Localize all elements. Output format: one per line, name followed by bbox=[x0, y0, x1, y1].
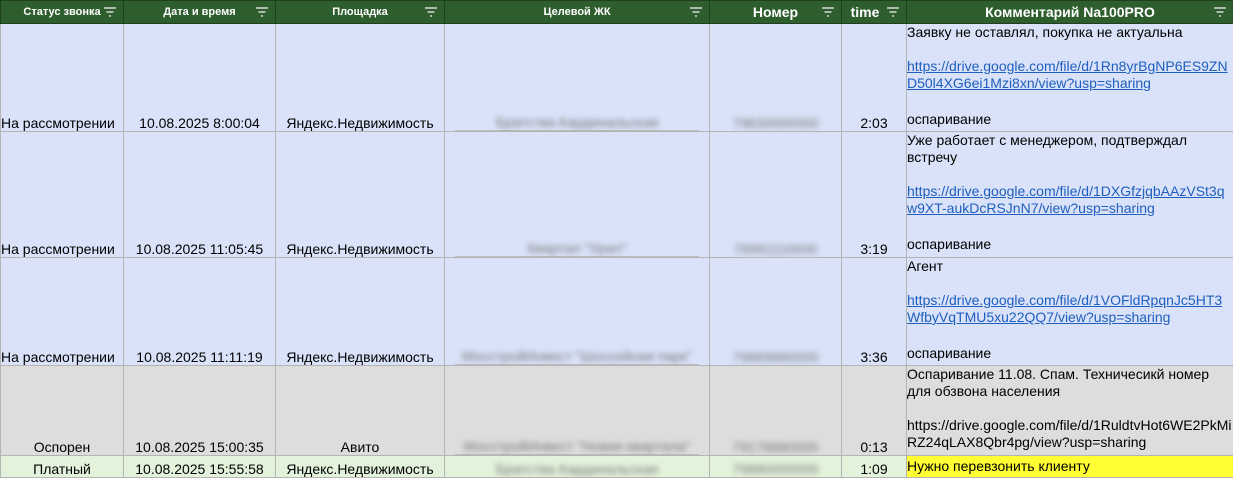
comment-link[interactable]: https://drive.google.com/file/d/1VOFldRp… bbox=[908, 292, 1223, 325]
comment-text: Агент bbox=[907, 258, 944, 275]
filter-icon[interactable] bbox=[886, 6, 900, 18]
table-row: На рассмотрении 10.08.2025 8:00:04 Яндек… bbox=[0, 23, 1233, 132]
column-header-label: Дата и время bbox=[163, 6, 236, 18]
comment-link[interactable]: https://drive.google.com/file/d/1Rn8yrBg… bbox=[908, 58, 1228, 91]
blurred-number: 79991110000 bbox=[733, 241, 818, 257]
comment-text: Нужно перевзонить клиенту bbox=[907, 458, 1090, 474]
blurred-complex: Квартал "Урал" bbox=[527, 240, 627, 256]
column-header-comment[interactable]: Комментарий Na100PRO bbox=[906, 0, 1233, 24]
cell-number[interactable]: 79991110000 bbox=[709, 131, 842, 258]
cell-platform[interactable]: Яндекс.Недвижимость bbox=[275, 257, 445, 366]
cell-time[interactable]: 0:13 bbox=[841, 365, 907, 456]
comment-link[interactable]: https://drive.google.com/file/d/1DXGfzjq… bbox=[908, 183, 1225, 216]
cell-datetime[interactable]: 10.08.2025 11:11:19 bbox=[123, 257, 276, 366]
column-header-label: Комментарий Na100PRO bbox=[985, 4, 1155, 20]
comment-text: Уже работает с менеджером, подтверждал в… bbox=[907, 132, 1188, 166]
cell-comment[interactable]: Нужно перевзонить клиенту bbox=[906, 455, 1233, 478]
cell-status[interactable]: На рассмотрении bbox=[0, 23, 124, 132]
table-row: Платный 10.08.2025 15:55:58 Яндекс.Недви… bbox=[0, 455, 1233, 478]
comment-note: оспаривание bbox=[907, 111, 992, 127]
cell-platform[interactable]: Яндекс.Недвижимость bbox=[275, 455, 445, 478]
filter-icon[interactable] bbox=[103, 6, 117, 18]
cell-status[interactable]: На рассмотрении bbox=[0, 257, 124, 366]
cell-time[interactable]: 3:36 bbox=[841, 257, 907, 366]
cell-number[interactable]: 79889880000 bbox=[709, 257, 842, 366]
comment-note: оспаривание bbox=[907, 236, 992, 252]
blurred-number: 79630000000 bbox=[732, 115, 819, 131]
blurred-number: 79178880000 bbox=[732, 439, 819, 455]
blurred-number: 79880000000 bbox=[732, 461, 819, 477]
cell-platform[interactable]: Яндекс.Недвижимость bbox=[275, 23, 445, 132]
cell-number[interactable]: 79178880000 bbox=[709, 365, 842, 456]
table-row: Оспорен 10.08.2025 15:00:35 Авито Мосстр… bbox=[0, 365, 1233, 456]
cell-comment[interactable]: Заявку не оставлял, покупка не актуальна… bbox=[906, 23, 1233, 132]
column-header-label: Номер bbox=[752, 4, 799, 20]
cell-datetime[interactable]: 10.08.2025 8:00:04 bbox=[123, 23, 276, 132]
cell-comment[interactable]: Уже работает с менеджером, подтверждал в… bbox=[906, 131, 1233, 258]
cell-datetime[interactable]: 10.08.2025 11:05:45 bbox=[123, 131, 276, 258]
column-header-status[interactable]: Статус звонка bbox=[0, 0, 124, 24]
cell-number[interactable]: 79880000000 bbox=[709, 455, 842, 478]
column-header-complex[interactable]: Целевой ЖК bbox=[444, 0, 710, 24]
column-header-datetime[interactable]: Дата и время bbox=[123, 0, 276, 24]
cell-complex[interactable]: МосстройИнвест "Новая квартала" bbox=[444, 365, 710, 456]
comment-note: оспаривание bbox=[907, 345, 992, 361]
cell-platform[interactable]: Авито bbox=[275, 365, 445, 456]
column-header-label: Статус звонка bbox=[23, 6, 101, 18]
comment-text: Оспаривание 11.08. Спам. Техничесикй ном… bbox=[907, 366, 1210, 400]
column-header-platform[interactable]: Площадка bbox=[275, 0, 445, 24]
column-header-label: Площадка bbox=[332, 6, 388, 18]
cell-complex[interactable]: Квартал "Урал" bbox=[444, 131, 710, 258]
column-header-number[interactable]: Номер bbox=[709, 0, 842, 24]
cell-complex[interactable]: МосстройИнвест "Шоссейная парк" bbox=[444, 257, 710, 366]
cell-platform[interactable]: Яндекс.Недвижимость bbox=[275, 131, 445, 258]
column-header-label: time bbox=[850, 4, 880, 20]
table-row: На рассмотрении 10.08.2025 11:11:19 Янде… bbox=[0, 257, 1233, 366]
filter-icon[interactable] bbox=[255, 6, 269, 18]
cell-status[interactable]: Оспорен bbox=[0, 365, 124, 456]
blurred-complex: Братства Кардинальская bbox=[495, 461, 659, 477]
cell-number[interactable]: 79630000000 bbox=[709, 23, 842, 132]
cell-datetime[interactable]: 10.08.2025 15:00:35 bbox=[123, 365, 276, 456]
cell-status[interactable]: На рассмотрении bbox=[0, 131, 124, 258]
cell-complex[interactable]: Братства Кардинальская bbox=[444, 455, 710, 478]
header-row: Статус звонка Дата и время Площадка Целе… bbox=[0, 0, 1233, 24]
cell-time[interactable]: 3:19 bbox=[841, 131, 907, 258]
cell-time[interactable]: 2:03 bbox=[841, 23, 907, 132]
comment-link[interactable]: https://drive.google.com/file/d/1RuldtvH… bbox=[908, 417, 1232, 450]
calls-table: Статус звонка Дата и время Площадка Целе… bbox=[0, 0, 1233, 478]
column-header-label: Целевой ЖК bbox=[543, 6, 611, 18]
cell-time[interactable]: 1:09 bbox=[841, 455, 907, 478]
cell-datetime[interactable]: 10.08.2025 15:55:58 bbox=[123, 455, 276, 478]
filter-icon[interactable] bbox=[821, 6, 835, 18]
filter-icon[interactable] bbox=[424, 6, 438, 18]
blurred-complex: МосстройИнвест "Шоссейная парк" bbox=[461, 348, 692, 364]
filter-icon[interactable] bbox=[689, 6, 703, 18]
column-header-time[interactable]: time bbox=[841, 0, 907, 24]
comment-text: Заявку не оставлял, покупка не актуальна bbox=[907, 24, 1183, 41]
filter-icon[interactable] bbox=[1213, 6, 1227, 18]
cell-complex[interactable]: Братства Кардинальская bbox=[444, 23, 710, 132]
blurred-complex: МосстройИнвест "Новая квартала" bbox=[463, 438, 691, 454]
cell-status[interactable]: Платный bbox=[0, 455, 124, 478]
cell-comment[interactable]: Агент https://drive.google.com/file/d/1V… bbox=[906, 257, 1233, 366]
blurred-complex: Братства Кардинальская bbox=[495, 114, 659, 130]
blurred-number: 79889880000 bbox=[732, 349, 819, 365]
table-row: На рассмотрении 10.08.2025 11:05:45 Янде… bbox=[0, 131, 1233, 258]
cell-comment[interactable]: Оспаривание 11.08. Спам. Техничесикй ном… bbox=[906, 365, 1233, 456]
